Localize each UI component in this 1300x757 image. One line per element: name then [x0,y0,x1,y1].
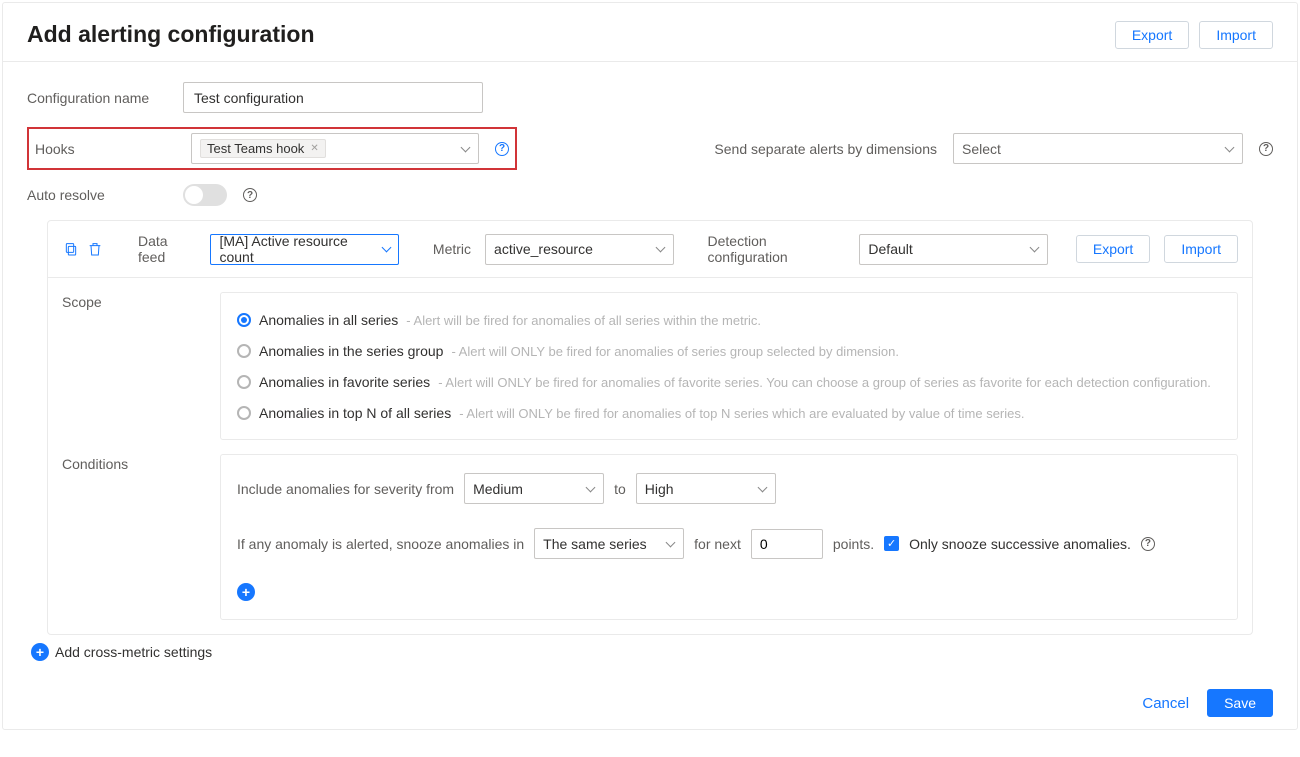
config-name-input[interactable] [183,82,483,113]
severity-min-select[interactable]: Medium [464,473,604,504]
severity-to: to [614,481,626,497]
metrics-block: Data feed [MA] Active resource count Met… [47,220,1253,635]
severity-min-value: Medium [473,481,523,497]
add-cross-label: Add cross-metric settings [55,644,212,660]
hooks-label: Hooks [35,141,175,157]
auto-resolve-label: Auto resolve [27,187,167,203]
radio-icon[interactable] [237,375,251,389]
chevron-down-icon [460,144,470,154]
radio-icon[interactable] [237,344,251,358]
data-feed-value: [MA] Active resource count [219,233,372,265]
help-icon[interactable]: ? [495,142,509,156]
export-button[interactable]: Export [1115,21,1189,49]
page-title: Add alerting configuration [27,21,315,48]
help-icon[interactable]: ? [1141,537,1155,551]
chevron-down-icon [1224,144,1234,154]
scope-option-label: Anomalies in top N of all series [259,405,451,421]
snooze-text-3: points. [833,536,874,552]
scope-option-label: Anomalies in the series group [259,343,443,359]
hooks-row-highlight: Hooks Test Teams hook ✕ ? [27,127,517,170]
scope-option[interactable]: Anomalies in top N of all series - Alert… [237,404,1221,421]
import-button[interactable]: Import [1199,21,1273,49]
severity-max-select[interactable]: High [636,473,776,504]
chevron-down-icon [1029,244,1039,254]
radio-icon[interactable] [237,406,251,420]
detection-config-value: Default [868,241,912,257]
chevron-down-icon [655,244,665,254]
separate-alerts-label: Send separate alerts by dimensions [714,141,937,157]
scope-option[interactable]: Anomalies in all series - Alert will be … [237,311,1221,328]
data-feed-select[interactable]: [MA] Active resource count [210,234,398,265]
scope-label: Scope [62,292,202,440]
scope-option-label: Anomalies in all series [259,312,398,328]
add-cross-metric-button[interactable]: + Add cross-metric settings [31,643,1269,661]
delete-icon[interactable] [86,240,104,258]
hooks-tag-remove-icon[interactable]: ✕ [310,143,318,154]
severity-text: Include anomalies for severity from [237,481,454,497]
hooks-select[interactable]: Test Teams hook ✕ [191,133,479,164]
plus-icon: + [31,643,49,661]
detection-config-select[interactable]: Default [859,234,1047,265]
separate-alerts-select[interactable]: Select [953,133,1243,164]
config-name-label: Configuration name [27,90,167,106]
snooze-scope-value: The same series [543,536,646,552]
scope-option-hint: - Alert will ONLY be fired for anomalies… [459,406,1024,421]
conditions-label: Conditions [62,454,202,620]
snooze-points-input[interactable] [751,529,823,559]
snooze-text-1: If any anomaly is alerted, snooze anomal… [237,536,524,552]
chevron-down-icon [757,484,767,494]
cancel-button[interactable]: Cancel [1136,689,1195,717]
severity-max-value: High [645,481,674,497]
help-icon[interactable]: ? [1259,142,1273,156]
separate-alerts-value: Select [962,141,1001,157]
metric-value: active_resource [494,241,593,257]
chevron-down-icon [381,244,390,254]
detection-config-label: Detection configuration [708,233,846,265]
data-feed-label: Data feed [138,233,196,265]
metric-import-button[interactable]: Import [1164,235,1238,263]
scope-option-hint: - Alert will be fired for anomalies of a… [406,313,761,328]
snooze-text-2: for next [694,536,741,552]
snooze-successive-checkbox[interactable]: ✓ [884,536,899,551]
scope-options: Anomalies in all series - Alert will be … [220,292,1238,440]
metric-select[interactable]: active_resource [485,234,673,265]
hooks-tag-label: Test Teams hook [207,141,304,156]
scope-option[interactable]: Anomalies in favorite series - Alert wil… [237,373,1221,390]
scope-option-label: Anomalies in favorite series [259,374,430,390]
snooze-checkbox-label: Only snooze successive anomalies. [909,536,1131,552]
scope-option-hint: - Alert will ONLY be fired for anomalies… [451,344,899,359]
chevron-down-icon [665,539,675,549]
snooze-scope-select[interactable]: The same series [534,528,684,559]
scope-option[interactable]: Anomalies in the series group - Alert wi… [237,342,1221,359]
scope-option-hint: - Alert will ONLY be fired for anomalies… [438,375,1211,390]
metric-label: Metric [433,241,471,257]
hooks-tag: Test Teams hook ✕ [200,139,326,158]
chevron-down-icon [585,484,595,494]
metric-export-button[interactable]: Export [1076,235,1150,263]
radio-icon[interactable] [237,313,251,327]
add-condition-button[interactable]: + [237,583,255,601]
copy-icon[interactable] [62,240,80,258]
save-button[interactable]: Save [1207,689,1273,717]
help-icon[interactable]: ? [243,188,257,202]
auto-resolve-toggle[interactable] [183,184,227,206]
